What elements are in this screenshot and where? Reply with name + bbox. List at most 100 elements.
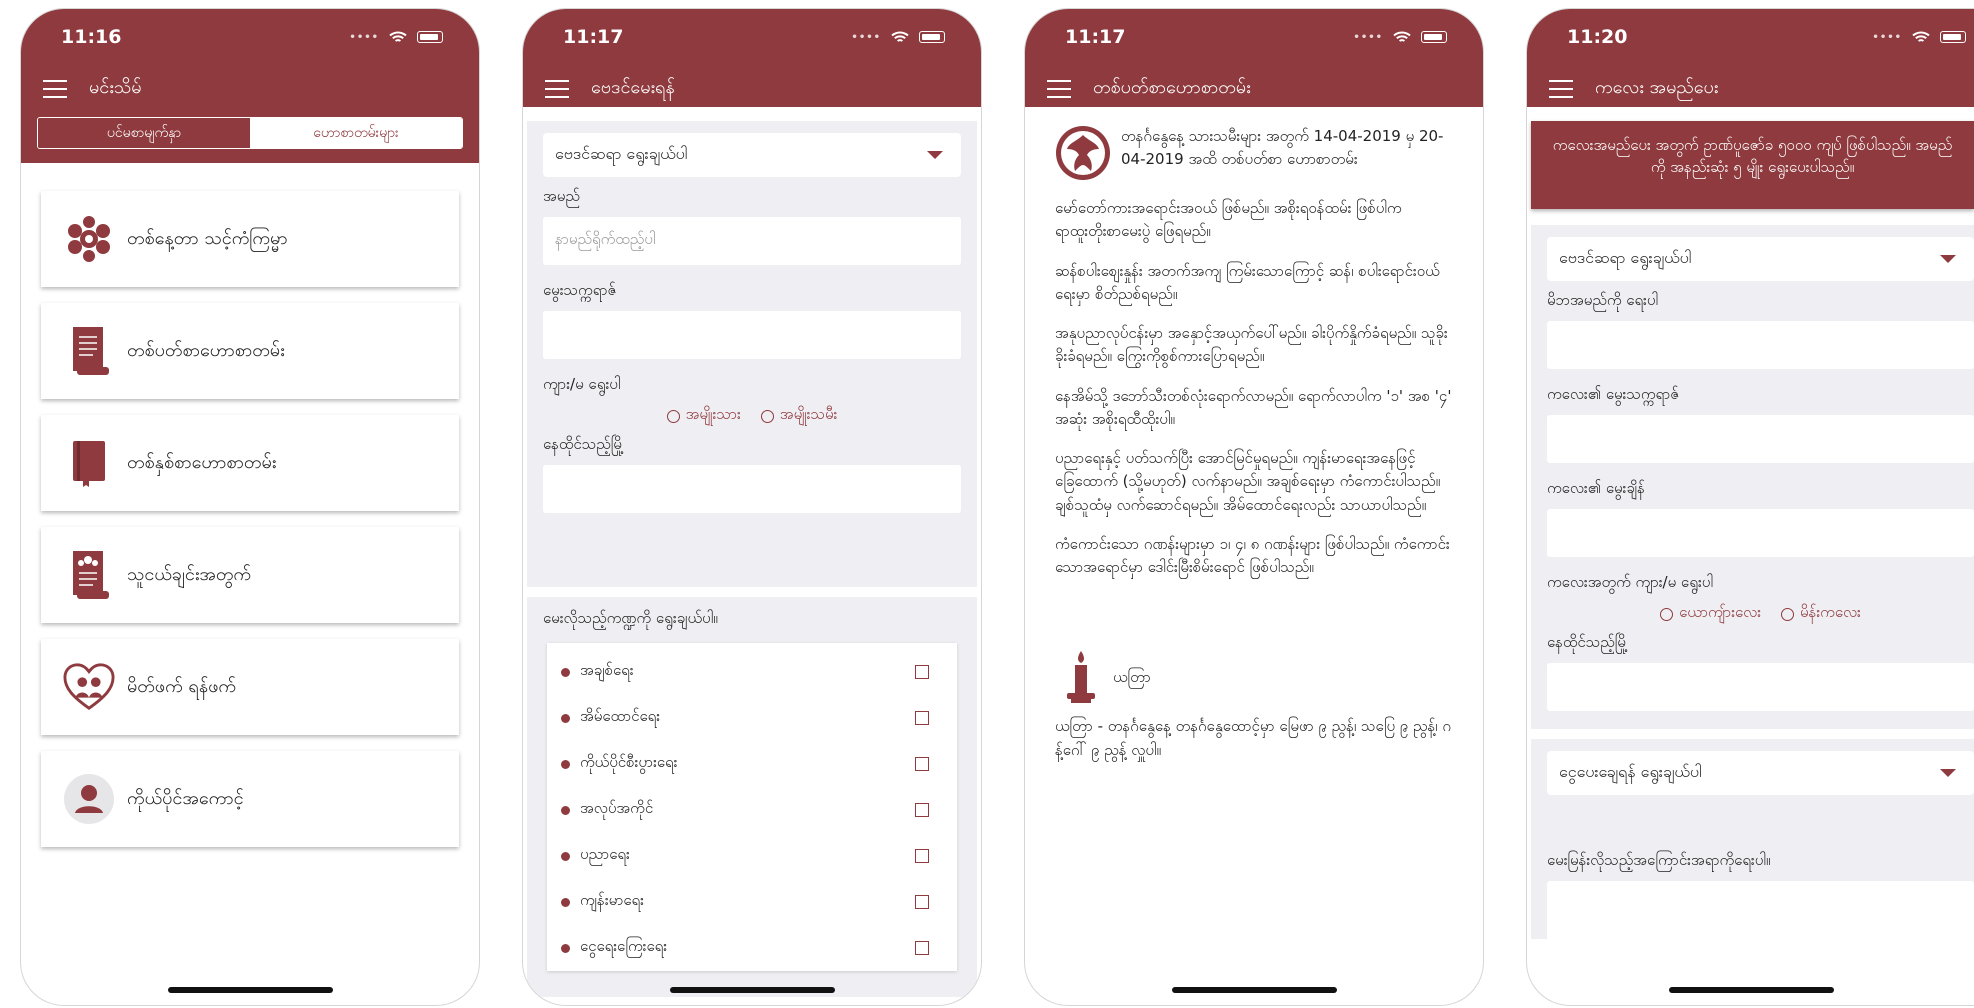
wifi-icon	[1912, 31, 1930, 42]
checkbox[interactable]	[915, 757, 929, 771]
chevron-down-icon	[1940, 769, 1956, 777]
battery-icon	[1940, 31, 1966, 43]
hamburger-menu-icon[interactable]	[1047, 79, 1071, 98]
horoscope-intro: တနင်္ဂနွေနေ့ သားသမီးများ အတွက် 14-04-201…	[1121, 127, 1444, 169]
menu-item-for-friends[interactable]: သူငယ်ချင်းအတွက်	[41, 527, 459, 623]
segmented-control: ပင်မစာမျက်နှာ ဟောစာတမ်းများ	[37, 117, 463, 149]
dob-field[interactable]	[543, 311, 961, 359]
wifi-icon	[389, 31, 407, 42]
menu-item-daily-fortune[interactable]: တစ်နေ့တာ သင့်ကံကြမ္မာ	[41, 191, 459, 287]
child-dob-field[interactable]	[1547, 415, 1974, 463]
fee-banner: ကလေးအမည်ပေး အတွက် ဥာဏ်ပူဇော်ခ ၅၀၀၀ ကျပ် …	[1531, 121, 1974, 209]
heart-couple-icon	[63, 661, 115, 713]
nav-bar: 11:20 •••• ကလေး အမည်ပေး	[1527, 9, 1974, 107]
topic-finance[interactable]: ငွေရေးကြေးရေး	[561, 925, 929, 971]
request-field[interactable]	[1547, 881, 1974, 941]
wifi-icon	[1393, 31, 1411, 42]
horoscope-paragraph: နေအိမ်သို့ ဒဘော်သီးတစ်လုံးရောက်လာမည်။ ရေ…	[1055, 386, 1452, 428]
radio-female[interactable]: အမျိုးသမီး	[760, 405, 837, 427]
battery-icon	[1421, 31, 1447, 43]
scroll-icon	[63, 325, 115, 377]
garuda-emblem-icon	[1056, 126, 1110, 180]
menu-item-compatibility[interactable]: မိတ်ဖက် ရန်ဖက်	[41, 639, 459, 735]
radio-girl[interactable]: မိန်းကလေး	[1781, 603, 1861, 625]
menu-item-account[interactable]: ကိုယ်ပိုင်အကောင့်	[41, 751, 459, 847]
parent-name-field[interactable]	[1547, 321, 1974, 369]
topic-health[interactable]: ကျန်းမာရေး	[561, 879, 929, 925]
menu-list: တစ်နေ့တာ သင့်ကံကြမ္မာ တစ်ပတ်စာဟောစာတမ်း …	[21, 163, 479, 847]
yadaya-text: ယတြာ - တနင်္ဂနွေနေ့ တနင်္ဂနွေထောင့်မှာ မ…	[1055, 717, 1451, 759]
hamburger-menu-icon[interactable]	[1549, 79, 1573, 98]
city-field[interactable]	[1547, 663, 1974, 711]
topic-love[interactable]: အချစ်ရေး	[561, 649, 929, 695]
payment-select[interactable]: ငွေပေးချေရန် ရွေးချယ်ပါ	[1547, 751, 1974, 795]
radio-boy[interactable]: ယောကျ်ားလေး	[1660, 603, 1761, 625]
status-bar: 11:20 ••••	[1567, 25, 1966, 49]
home-indicator	[670, 987, 835, 993]
horoscope-paragraph: အနုပညာလုပ်ငန်းမှာ အနှောင့်အယှက်ပေါ်မည်။ …	[1055, 324, 1448, 366]
name-label: အမည်	[543, 187, 580, 205]
checkbox[interactable]	[915, 711, 929, 725]
parent-label: မိဘအမည်ကို ရေးပါ	[1547, 291, 1659, 309]
home-indicator	[168, 987, 333, 993]
topics-list: အချစ်ရေး အိမ်ထောင်ရေး ကိုယ်ပိုင်စီးပွားရ…	[547, 643, 957, 971]
phone-screen-home: 11:16 •••• မင်းသိမ် ပင်မစာမျက်နှာ ဟောစာတ…	[20, 8, 480, 1006]
gender-label: ကျား/မ ရွေးပါ	[543, 375, 621, 393]
page-title: ကလေး အမည်ပေး	[1595, 77, 1719, 98]
home-indicator	[1668, 987, 1834, 993]
child-time-field[interactable]	[1547, 509, 1974, 557]
menu-item-weekly-horoscope[interactable]: တစ်ပတ်စာဟောစာတမ်း	[41, 303, 459, 399]
child-time-label: ကလေး၏ မွေးချိန်	[1547, 479, 1645, 497]
battery-icon	[919, 31, 945, 43]
city-label: နေထိုင်သည့်မြို့	[543, 435, 625, 453]
hamburger-menu-icon[interactable]	[545, 79, 569, 98]
horoscope-article: တနင်္ဂနွေနေ့ သားသမီးများ အတွက် 14-04-201…	[1025, 107, 1483, 762]
horoscope-wheel-icon	[63, 213, 115, 265]
topics-panel: မေးလိုသည့်ကဏ္ဍကို ရွေးချယ်ပါ။ အချစ်ရေး အ…	[527, 597, 977, 997]
topic-career[interactable]: အလုပ်အကိုင်	[561, 787, 929, 833]
page-title: မင်းသိမ်	[89, 77, 142, 98]
tab-horoscopes[interactable]: ဟောစာတမ်းများ	[250, 118, 462, 148]
menu-item-yearly-horoscope[interactable]: တစ်နှစ်စာဟောစာတမ်း	[41, 415, 459, 511]
radio-male[interactable]: အမျိုးသား	[666, 405, 741, 427]
signal-icon: ••••	[851, 31, 881, 43]
status-time: 11:16	[61, 26, 122, 48]
astrologer-select[interactable]: ဗေဒင်ဆရာ ရွေးချယ်ပါ	[543, 133, 961, 177]
status-time: 11:20	[1567, 26, 1628, 48]
horoscope-paragraph: ပညာရေးနှင့် ပတ်သက်ပြီး အောင်မြင်မှုရမည်။…	[1055, 449, 1441, 514]
request-label: မေးမြန်းလိုသည့်အကြောင်းအရာကိုရေးပါ။	[1547, 851, 1771, 869]
topics-label: မေးလိုသည့်ကဏ္ဍကို ရွေးချယ်ပါ။	[543, 609, 718, 627]
checkbox[interactable]	[915, 665, 929, 679]
topic-marriage[interactable]: အိမ်ထောင်ရေး	[561, 695, 929, 741]
checkbox[interactable]	[915, 803, 929, 817]
checkbox[interactable]	[915, 895, 929, 909]
phone-screen-ask-astrologer: 11:17 •••• ဗေဒင်မေးရန် ဗေဒင်ဆရာ ရွေးချယ်…	[522, 8, 982, 1006]
status-bar: 11:17 ••••	[563, 25, 945, 49]
home-indicator	[1172, 987, 1337, 993]
city-field[interactable]	[543, 465, 961, 513]
battery-icon	[417, 31, 443, 43]
gender-radio-group: အမျိုးသား အမျိုးသမီး	[543, 405, 961, 427]
nav-bar: 11:17 •••• ဗေဒင်မေးရန်	[523, 9, 981, 107]
astrologer-select[interactable]: ဗေဒင်ဆရာ ရွေးချယ်ပါ	[1547, 237, 1974, 281]
status-time: 11:17	[563, 26, 624, 48]
nav-bar: 11:17 •••• တစ်ပတ်စာဟောစာတမ်း	[1025, 9, 1483, 107]
chevron-down-icon	[1940, 255, 1956, 263]
hamburger-menu-icon[interactable]	[43, 79, 67, 98]
topic-business[interactable]: ကိုယ်ပိုင်စီးပွားရေး	[561, 741, 929, 787]
candle-icon	[1067, 651, 1095, 704]
chevron-down-icon	[927, 151, 943, 159]
checkbox[interactable]	[915, 941, 929, 955]
horoscope-paragraph: မော်တော်ကားအရောင်းအဝယ် ဖြစ်မည်။ အစိုးရဝန…	[1055, 199, 1402, 241]
wifi-icon	[891, 31, 909, 42]
horoscope-paragraph: ဆန်စပါးစျေးနှုန်း အတက်အကျ ကြမ်းသောကြောင့…	[1055, 261, 1440, 303]
tab-home[interactable]: ပင်မစာမျက်နှာ	[38, 118, 250, 148]
name-field[interactable]: နာမည်ရိုက်ထည့်ပါ	[543, 217, 961, 265]
city-label: နေထိုင်သည့်မြို့	[1547, 633, 1629, 651]
topic-education[interactable]: ပညာရေး	[561, 833, 929, 879]
yadaya-title: ယတြာ	[1113, 667, 1151, 686]
checkbox[interactable]	[915, 849, 929, 863]
form-panel: ဗေဒင်ဆရာ ရွေးချယ်ပါ အမည် နာမည်ရိုက်ထည့်ပ…	[527, 121, 977, 587]
signal-icon: ••••	[349, 31, 379, 43]
form-panel: ဗေဒင်ဆရာ ရွေးချယ်ပါ မိဘအမည်ကို ရေးပါ ကလေ…	[1531, 225, 1974, 729]
